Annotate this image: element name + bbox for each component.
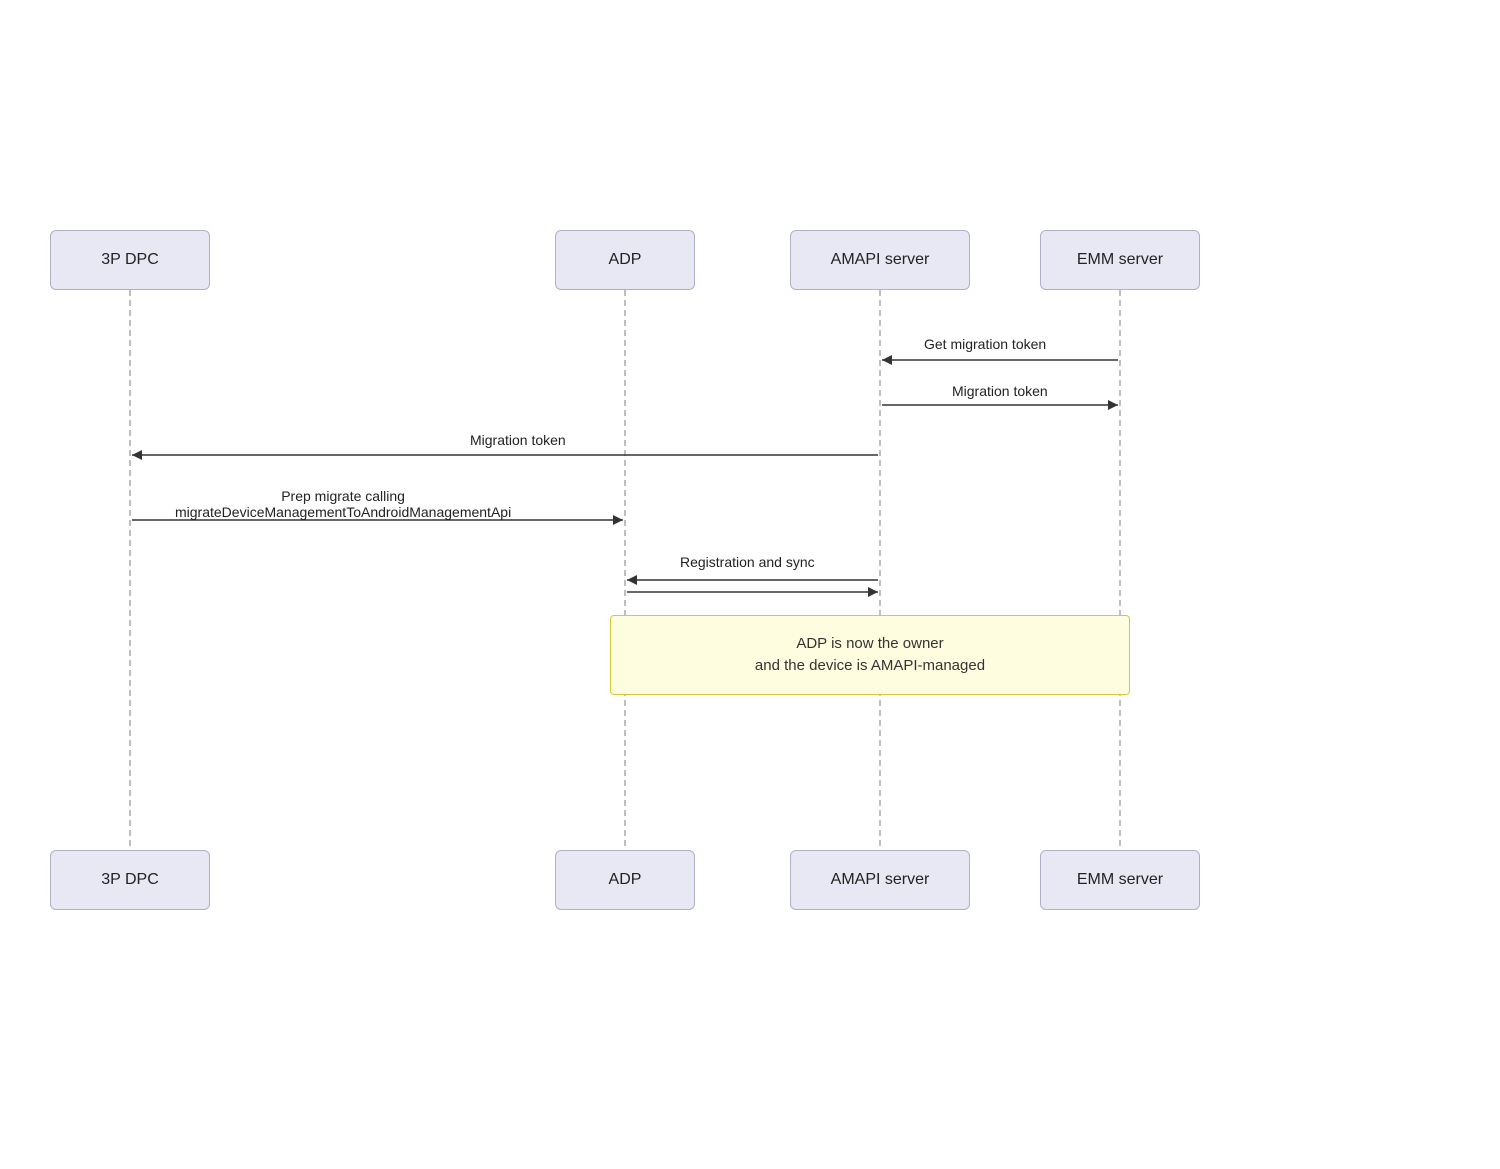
- msg1-label: Get migration token: [924, 336, 1046, 352]
- msg5-label: Registration and sync: [680, 554, 815, 570]
- actor-3pdpc-bottom: 3P DPC: [50, 850, 210, 910]
- highlight-box: ADP is now the ownerand the device is AM…: [610, 615, 1130, 695]
- actor-amapi-top: AMAPI server: [790, 230, 970, 290]
- actor-emm-bottom: EMM server: [1040, 850, 1200, 910]
- msg3-label: Migration token: [470, 432, 566, 448]
- arrows-svg: [0, 0, 1500, 1169]
- msg4-label: Prep migrate calling migrateDeviceManage…: [175, 488, 511, 520]
- msg2-label: Migration token: [952, 383, 1048, 399]
- sequence-diagram: 3P DPC ADP AMAPI server EMM server 3P DP…: [0, 0, 1500, 1169]
- actor-3pdpc-top: 3P DPC: [50, 230, 210, 290]
- actor-adp-bottom: ADP: [555, 850, 695, 910]
- actor-emm-top: EMM server: [1040, 230, 1200, 290]
- actor-amapi-bottom: AMAPI server: [790, 850, 970, 910]
- actor-adp-top: ADP: [555, 230, 695, 290]
